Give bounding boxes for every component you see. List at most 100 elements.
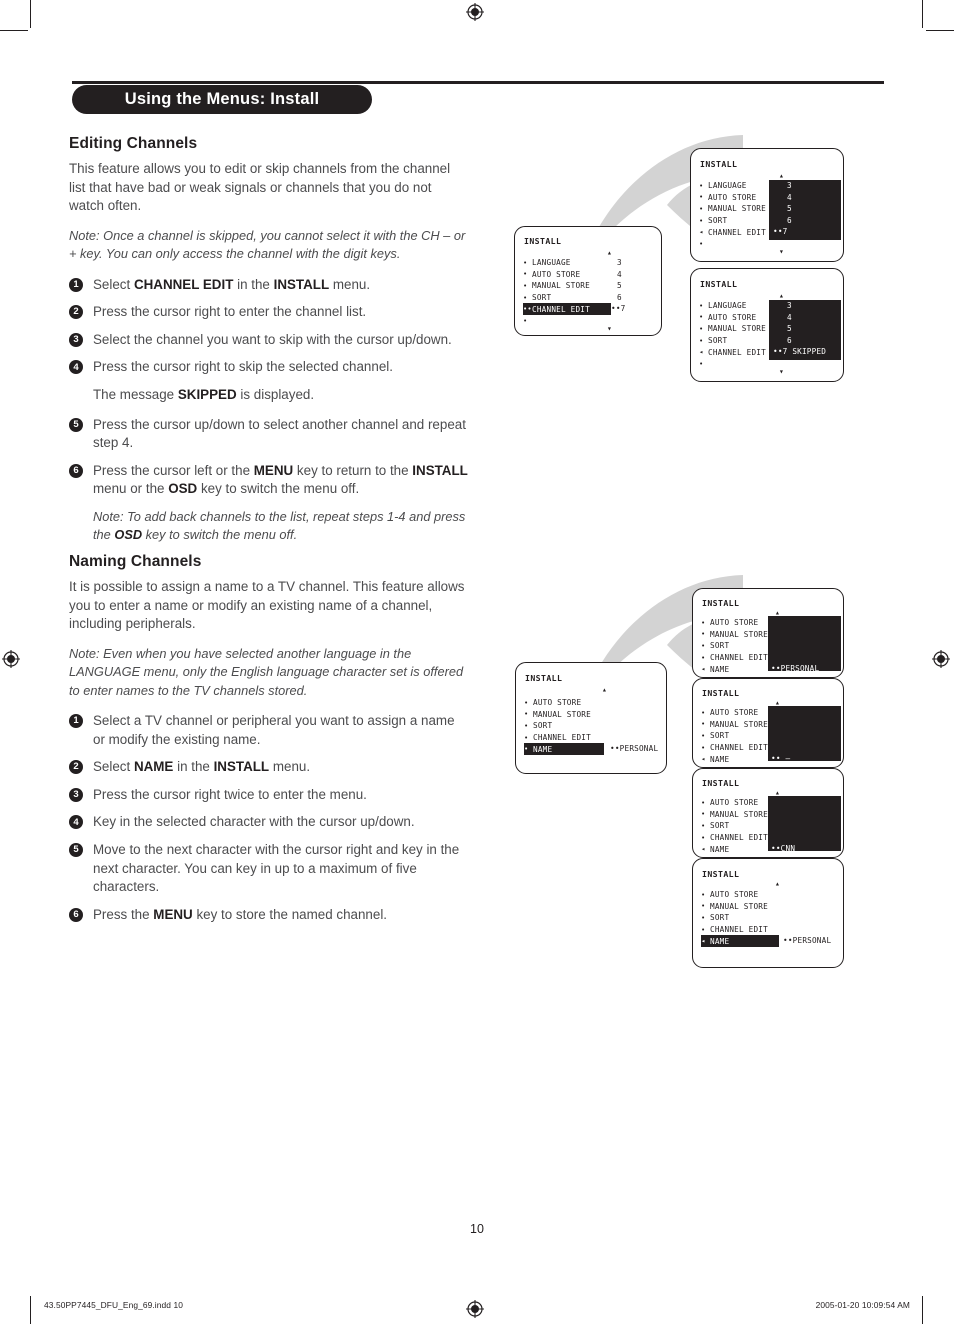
osd-down-marker: ▾ [607, 324, 612, 333]
step-number-2: 2 [69, 305, 83, 320]
osd-row-label: SORT [708, 336, 728, 346]
osd-row[interactable]: • CHANNEL EDIT [701, 742, 833, 754]
osd-row[interactable]: • SORT [701, 912, 779, 924]
registration-mark-top [466, 3, 484, 21]
osd-install-channel-skipped: INSTALL ▴ • LANGUAGE • AUTO STORE • MANU… [690, 268, 844, 382]
osd-row[interactable]: • [699, 238, 831, 250]
osd-row-value-cnn: ••CNN [771, 844, 796, 854]
osd-row-label: LANGUAGE [708, 301, 747, 311]
osd-row-label: MANUAL STORE [710, 719, 768, 729]
osd-row-label: CHANNEL EDIT [533, 733, 591, 743]
osd-row[interactable]: • LANGUAGE [523, 257, 611, 269]
step-number-6: 6 [69, 463, 83, 478]
osd-row[interactable]: • MANUAL STORE [701, 809, 833, 821]
osd-row-value-personal: ••PERSONAL [783, 936, 832, 946]
osd-row[interactable]: • AUTO STORE [699, 192, 831, 204]
osd-row[interactable]: • AUTO STORE [701, 889, 779, 901]
osd-row-selected[interactable]: ◂ NAME [701, 935, 779, 947]
osd-row[interactable]: • CHANNEL EDIT [701, 652, 833, 664]
osd-row[interactable]: • MANUAL STORE [523, 280, 611, 292]
osd-row-bullet: • [523, 281, 528, 290]
naming-intro-paragraph: It is possible to assign a name to a TV … [69, 579, 465, 632]
step-number-1: 1 [69, 277, 83, 292]
osd-row-bullet: • [701, 821, 706, 830]
osd-row[interactable]: • MANUAL STORE [701, 901, 779, 913]
list-item: 1 Select CHANNEL EDIT in the INSTALL men… [69, 276, 469, 295]
osd-install-name-stored: INSTALL ▴ • AUTO STORE • MANUAL STORE • … [692, 858, 844, 968]
osd-row[interactable]: • SORT [701, 640, 833, 652]
osd-row[interactable]: • AUTO STORE [701, 707, 833, 719]
osd-row-bullet: ◂ [701, 755, 706, 764]
osd-row[interactable]: • MANUAL STORE [699, 203, 831, 215]
osd-row[interactable]: • CHANNEL EDIT [524, 732, 604, 744]
osd-row-label: AUTO STORE [708, 312, 757, 322]
osd-row-bullet: • [699, 193, 704, 202]
osd-title: INSTALL [702, 869, 740, 879]
osd-row[interactable]: • CHANNEL EDIT [701, 924, 779, 936]
osd-row-bullet: • [524, 745, 529, 754]
osd-row-value: 5 [787, 204, 792, 214]
osd-row[interactable]: • SORT [523, 292, 611, 304]
osd-row-label: SORT [533, 721, 553, 731]
osd-row[interactable]: ◂ NAME [701, 843, 833, 855]
section-editing-channels: Editing Channels This feature allows you… [69, 135, 469, 557]
osd-row[interactable]: • AUTO STORE [523, 269, 611, 281]
osd-row-bullet: • [701, 630, 706, 639]
osd-row-label: AUTO STORE [532, 269, 581, 279]
osd-row[interactable]: • CHANNEL EDIT [701, 832, 833, 844]
step-text: Press the cursor right twice to enter th… [93, 786, 367, 802]
step-number-6: 6 [69, 907, 83, 922]
osd-row-bullet: • [699, 204, 704, 213]
osd-row[interactable]: • AUTO STORE [701, 617, 833, 629]
osd-row-selected[interactable]: •• CHANNEL EDIT [523, 303, 611, 315]
osd-row[interactable]: • AUTO STORE [524, 697, 604, 709]
osd-row-label: SORT [710, 641, 730, 651]
osd-row[interactable]: • [699, 358, 831, 370]
osd-row[interactable]: • SORT [701, 730, 833, 742]
osd-row-label: MANUAL STORE [533, 709, 591, 719]
osd-row[interactable]: • MANUAL STORE [524, 709, 604, 721]
osd-row[interactable]: • AUTO STORE [701, 797, 833, 809]
osd-title: INSTALL [700, 159, 738, 169]
osd-row-bullet: • [524, 710, 529, 719]
osd-row-bullet: • [699, 181, 704, 190]
osd-row[interactable]: • MANUAL STORE [701, 719, 833, 731]
osd-row[interactable]: • AUTO STORE [699, 312, 831, 324]
osd-row-label: CHANNEL EDIT [532, 304, 590, 314]
osd-row[interactable]: ◂ CHANNEL EDIT [699, 226, 831, 238]
step-text: Move to the next character with the curs… [93, 841, 460, 895]
osd-row[interactable]: • SORT [699, 215, 831, 227]
osd-row-bullet: • [701, 641, 706, 650]
crop-mark-top-left-v [30, 0, 32, 28]
osd-row-bullet: • [523, 270, 528, 279]
step-number-3: 3 [69, 332, 83, 347]
osd-row[interactable]: • MANUAL STORE [701, 629, 833, 641]
osd-row[interactable]: • LANGUAGE [699, 180, 831, 192]
osd-row-label: AUTO STORE [710, 890, 759, 900]
osd-row-selected[interactable]: • NAME [524, 743, 604, 755]
osd-row-value: 4 [787, 312, 792, 322]
osd-row-label: CHANNEL EDIT [710, 653, 768, 663]
step-text: Press the cursor left or the MENU key to… [93, 462, 468, 497]
osd-row[interactable]: • SORT [701, 820, 833, 832]
osd-row[interactable]: • SORT [524, 720, 604, 732]
osd-row[interactable]: • MANUAL STORE [699, 323, 831, 335]
osd-row-value: 4 [617, 269, 622, 279]
osd-row-value: 3 [617, 258, 622, 267]
editing-steps-list-2: 5 Press the cursor up/down to select ano… [69, 416, 469, 499]
osd-row-bullet: ◂ [699, 348, 704, 357]
osd-row[interactable]: • SORT [699, 335, 831, 347]
osd-row-bullet: ◂ [701, 937, 706, 946]
step-text: Press the cursor up/down to select anoth… [93, 416, 466, 451]
osd-row-value: 6 [787, 335, 792, 345]
osd-row-bullet: • [701, 798, 706, 807]
osd-up-marker: ▴ [607, 248, 612, 257]
osd-install-channel-list-entered: INSTALL ▴ • LANGUAGE • AUTO STORE • MANU… [690, 148, 844, 262]
osd-row-value: ••7 [773, 227, 788, 237]
editing-intro-paragraph: This feature allows you to edit or skip … [69, 161, 451, 214]
osd-row[interactable]: • [523, 315, 611, 327]
osd-row[interactable]: • LANGUAGE [699, 300, 831, 312]
osd-row[interactable]: ◂ NAME [701, 753, 833, 765]
osd-row-bullet: • [701, 743, 706, 752]
step-text: Select a TV channel or peripheral you wa… [93, 713, 455, 747]
